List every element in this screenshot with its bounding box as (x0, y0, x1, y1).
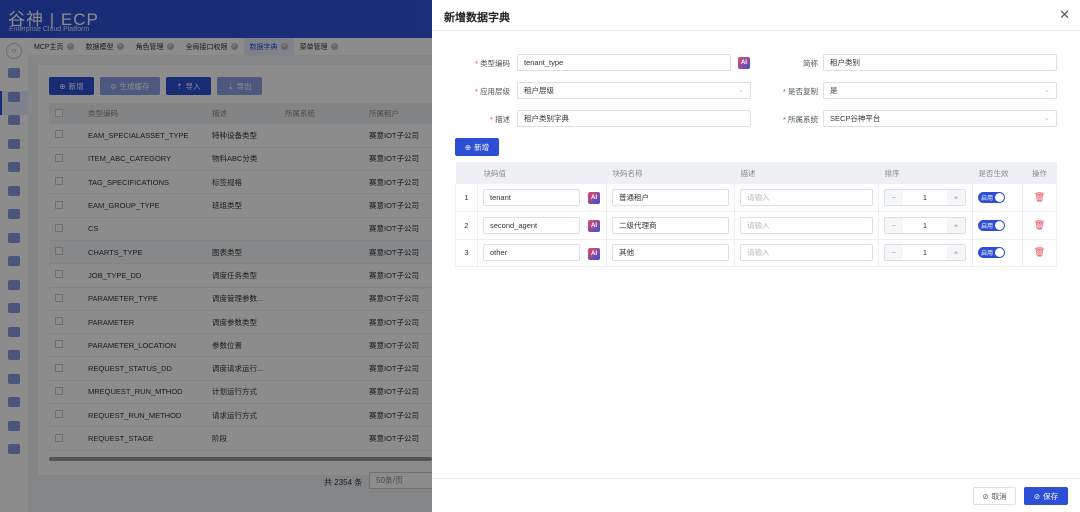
drawer-title: 新增数据字典 (444, 12, 510, 24)
system-select[interactable]: SECP谷神平台 ⌄ (823, 110, 1057, 127)
add-row-button[interactable]: ⊕ 新增 (455, 138, 499, 156)
cancel-button[interactable]: ⊘ 取消 (973, 487, 1016, 505)
trash-icon[interactable]: 🗑 (1034, 220, 1045, 230)
short-name-input[interactable]: 租户类别 (823, 54, 1057, 71)
code-input[interactable]: other (483, 244, 580, 262)
copy-select[interactable]: 是 ⌄ (823, 82, 1057, 99)
minus-button[interactable]: − (885, 190, 903, 205)
name-input[interactable]: 普通租户 (612, 189, 729, 206)
divider (432, 30, 1080, 31)
level-label: 应用层级 (480, 87, 510, 96)
desc-input[interactable]: 租户类别字典 (517, 110, 751, 127)
type-code-input[interactable]: tenant_type (517, 54, 731, 71)
dictionary-items-table: 块码值 块码名称 描述 排序 是否生效 操作 1 tenant AI 普通租户 请… (455, 162, 1057, 267)
level-select[interactable]: 租户层级 ⌄ (517, 82, 751, 99)
sort-stepper[interactable]: −1 + (884, 244, 966, 262)
table-row: 1 tenant AI 普通租户 请输入 −1 + 启用 🗑 (455, 184, 1057, 212)
col-desc: 描述 (734, 162, 879, 184)
short-name-label: 简称 (803, 59, 818, 68)
ai-icon[interactable]: AI (588, 192, 600, 204)
col-actions: 操作 (1022, 162, 1057, 184)
copy-label: 是否复制 (788, 87, 818, 96)
modal-overlay[interactable] (0, 0, 432, 512)
sort-value[interactable]: 1 (903, 218, 947, 233)
row-index: 2 (455, 211, 478, 240)
sort-value[interactable]: 1 (903, 245, 947, 260)
code-input[interactable]: second_agent (483, 216, 580, 234)
col-code: 块码值 (477, 162, 607, 184)
desc-input[interactable]: 请输入 (740, 189, 873, 206)
code-input[interactable]: tenant (483, 189, 580, 206)
name-input[interactable]: 其他 (612, 244, 729, 262)
ai-icon[interactable]: AI (588, 220, 600, 232)
plus-button[interactable]: + (947, 190, 965, 205)
sort-value[interactable]: 1 (903, 190, 947, 205)
col-sort: 排序 (878, 162, 973, 184)
type-code-label: 类型编码 (480, 59, 510, 68)
desc-input[interactable]: 请输入 (740, 244, 873, 262)
row-index: 1 (455, 184, 478, 212)
table-row: 2 second_agent AI 二级代理商 请输入 −1 + 启用 🗑 (455, 211, 1057, 240)
name-input[interactable]: 二级代理商 (612, 216, 729, 234)
desc-input[interactable]: 请输入 (740, 216, 873, 234)
ai-icon[interactable]: AI (588, 247, 600, 260)
plus-button[interactable]: + (947, 245, 965, 261)
add-dictionary-drawer: 新增数据字典 ✕ * 类型编码 tenant_type AI 简称 租户类别 *… (432, 0, 1080, 512)
col-name: 块码名称 (606, 162, 735, 184)
minus-button[interactable]: − (885, 217, 903, 233)
close-icon[interactable]: ✕ (1059, 7, 1070, 23)
enabled-toggle[interactable]: 启用 (978, 192, 1005, 203)
enabled-toggle[interactable]: 启用 (978, 247, 1005, 259)
col-enabled: 是否生效 (972, 162, 1023, 184)
sort-stepper[interactable]: −1 + (884, 189, 966, 206)
desc-label: 描述 (495, 115, 510, 124)
trash-icon[interactable]: 🗑 (1034, 247, 1045, 257)
chevron-down-icon: ⌄ (738, 87, 744, 94)
plus-button[interactable]: + (947, 217, 965, 233)
minus-button[interactable]: − (885, 245, 903, 261)
chevron-down-icon: ⌄ (1044, 115, 1050, 122)
sort-stepper[interactable]: −1 + (884, 216, 966, 234)
save-button[interactable]: ⊘ 保存 (1024, 487, 1068, 505)
chevron-down-icon: ⌄ (1044, 87, 1050, 94)
trash-icon[interactable]: 🗑 (1034, 192, 1045, 202)
system-label: 所属系统 (788, 115, 818, 124)
row-index: 3 (455, 239, 478, 267)
enabled-toggle[interactable]: 启用 (978, 219, 1005, 231)
table-row: 3 other AI 其他 请输入 −1 + 启用 🗑 (455, 239, 1057, 267)
drawer-footer (432, 478, 1080, 479)
